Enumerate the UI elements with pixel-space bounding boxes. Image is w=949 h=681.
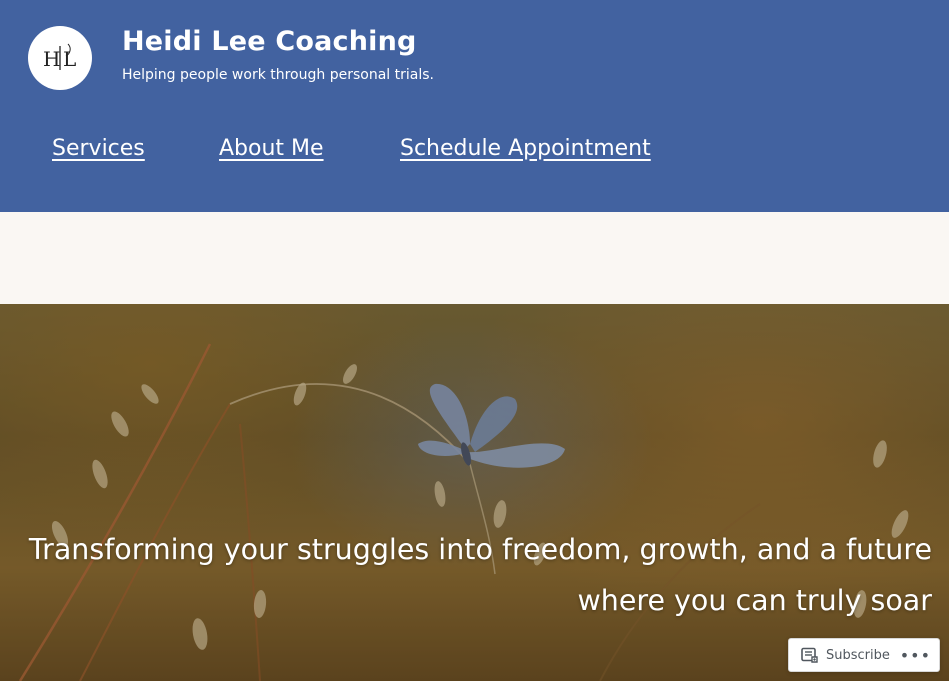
hero-heading-line-1: Transforming your struggles into freedom…: [28, 533, 932, 566]
reader-icon: [801, 647, 818, 663]
hero-heading-line-2: where you can truly soar: [577, 584, 932, 617]
monogram-logo-icon: H L: [43, 43, 76, 71]
svg-text:H: H: [43, 47, 60, 71]
nav-item-about-me[interactable]: About Me: [219, 136, 324, 161]
hero-heading: Transforming your struggles into freedom…: [2, 524, 932, 626]
ellipsis-icon[interactable]: •••: [900, 639, 931, 671]
hero-cover: Transforming your struggles into freedom…: [0, 304, 949, 681]
site-logo[interactable]: H L: [28, 26, 92, 90]
subscribe-button[interactable]: Subscribe: [801, 639, 890, 671]
site-header: H L Heidi Lee Coaching Helping people wo…: [0, 0, 949, 212]
site-title[interactable]: Heidi Lee Coaching: [122, 26, 417, 57]
nav-item-services[interactable]: Services: [52, 136, 145, 161]
subscribe-label: Subscribe: [826, 647, 890, 663]
site-tagline: Helping people work through personal tri…: [122, 67, 434, 83]
nav-item-schedule-appointment[interactable]: Schedule Appointment: [400, 136, 651, 161]
subscribe-bar: Subscribe •••: [788, 638, 940, 672]
